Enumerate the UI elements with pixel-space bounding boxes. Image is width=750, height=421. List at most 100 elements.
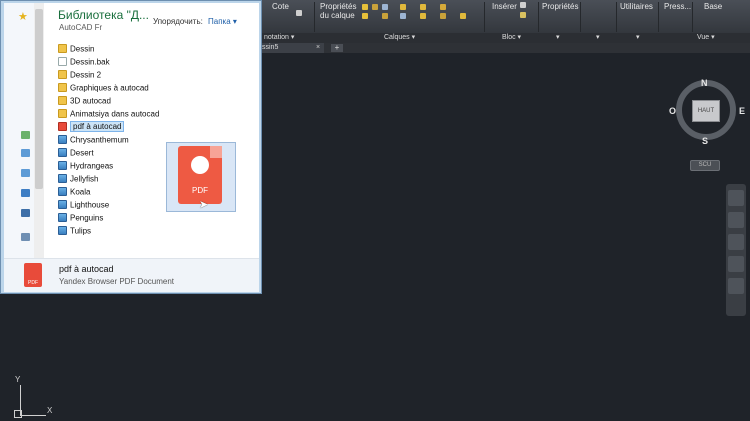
layer-icon[interactable] [362, 13, 368, 19]
folder-icon [58, 96, 67, 106]
list-item-label: Graphiques à autocad [70, 83, 149, 93]
list-item[interactable]: Tulips [58, 224, 258, 237]
favorites-star-icon[interactable]: ★ [18, 10, 28, 23]
cote-button[interactable]: Cote [272, 2, 289, 11]
layer-icon[interactable] [440, 13, 446, 19]
arrange-by-dropdown[interactable]: Папка ▾ [208, 17, 237, 26]
pan-icon[interactable] [728, 212, 744, 228]
tab-label: ssin5 [262, 44, 279, 51]
press-button[interactable]: Press... [664, 2, 691, 11]
list-item[interactable]: 3D autocad [58, 94, 258, 107]
pdf-icon-text: PDF [28, 280, 38, 286]
close-icon[interactable]: × [316, 43, 320, 53]
ribbon-separator [484, 2, 485, 32]
layer-icon[interactable] [362, 4, 368, 10]
list-item[interactable]: Dessin.bak [58, 55, 258, 68]
tab-dessin5[interactable]: ssin5 [258, 43, 324, 53]
panel-vue[interactable]: Vue ▾ [697, 33, 715, 43]
page-fold-icon [210, 146, 222, 158]
layer-icon[interactable] [400, 13, 406, 19]
yandex-logo-icon [191, 156, 209, 174]
list-item-label: Penguins [70, 213, 104, 223]
details-file-type: Yandex Browser PDF Document [59, 277, 175, 286]
mouse-cursor-icon: ➤ [199, 199, 209, 211]
folder-icon [58, 44, 67, 54]
documents-icon[interactable] [21, 149, 30, 157]
layer-icon[interactable] [400, 4, 406, 10]
list-item-label: pdf à autocad [70, 121, 125, 133]
compass-south[interactable]: S [702, 136, 708, 146]
ucs-y-label: Y [15, 375, 21, 384]
list-item-label: Dessin.bak [70, 57, 110, 67]
image-icon [58, 187, 67, 197]
computer-icon[interactable] [21, 233, 30, 241]
compass-north[interactable]: N [701, 78, 708, 88]
list-item[interactable]: Graphiques à autocad [58, 81, 258, 94]
layer-icon[interactable] [460, 13, 466, 19]
list-item-label: Hydrangeas [70, 161, 114, 171]
layer-icon[interactable] [440, 4, 446, 10]
images-icon[interactable] [21, 169, 30, 177]
ucs-menu-button[interactable]: SCU [690, 160, 720, 171]
folder-icon [58, 70, 67, 80]
pdf-file-icon: PDF [24, 263, 42, 287]
block-icon[interactable] [520, 12, 526, 18]
base-button[interactable]: Base [704, 2, 722, 11]
layer-icon[interactable] [382, 13, 388, 19]
list-item[interactable]: Penguins [58, 211, 258, 224]
inserer-button[interactable]: Insérer [492, 2, 517, 11]
panel-annotation[interactable]: notation ▾ [264, 33, 294, 43]
folder-icon [58, 109, 67, 119]
music-icon[interactable] [21, 189, 30, 197]
list-item-label: Desert [70, 148, 94, 158]
block-icon[interactable] [520, 2, 526, 8]
panel-utilitaires-arrow[interactable]: ▾ [636, 33, 640, 43]
image-icon [58, 148, 67, 158]
panel-proprietes-arrow[interactable]: ▾ [556, 33, 560, 43]
list-item-label: Jellyfish [70, 174, 99, 184]
ribbon-separator [580, 2, 581, 32]
drag-preview-label: PDF [192, 186, 208, 195]
list-item-label: 3D autocad [70, 96, 111, 106]
image-icon [58, 213, 67, 223]
list-item[interactable]: Dessin [58, 42, 258, 55]
panel-bloc[interactable]: Bloc ▾ [502, 33, 521, 43]
compass-east[interactable]: E [739, 106, 745, 116]
list-item-label: Koala [70, 187, 91, 197]
layer-icon[interactable] [372, 4, 378, 10]
ribbon-separator [658, 2, 659, 32]
layer-icon[interactable] [382, 4, 388, 10]
proprietes-button[interactable]: Propriétés [542, 2, 578, 11]
zoom-icon[interactable] [728, 234, 744, 250]
utilitaires-button[interactable]: Utilitaires [620, 2, 653, 11]
ribbon-separator [314, 2, 315, 32]
table-icon[interactable] [296, 10, 302, 16]
list-item[interactable]: Animatsiya dans autocad [58, 107, 258, 120]
compass-west[interactable]: O [669, 106, 676, 116]
showmotion-icon[interactable] [728, 278, 744, 294]
file-icon [58, 57, 67, 67]
list-item[interactable]: Dessin 2 [58, 68, 258, 81]
panel-calques[interactable]: Calques ▾ [384, 33, 415, 43]
list-item[interactable]: pdf à autocad [58, 120, 258, 133]
image-icon [58, 174, 67, 184]
panel-groups-arrow[interactable]: ▾ [596, 33, 600, 43]
orbit-icon[interactable] [728, 256, 744, 272]
folder-icon [58, 83, 67, 93]
list-item-label: Lighthouse [70, 200, 110, 210]
proprietes-calque-button[interactable]: Propriétés du calque [320, 2, 356, 20]
ucs-origin-icon [14, 410, 22, 418]
list-item-label: Animatsiya dans autocad [70, 109, 160, 119]
nav-scrollbar-thumb[interactable] [35, 9, 43, 189]
homegroup-icon[interactable] [21, 209, 30, 217]
new-tab-button[interactable]: + [331, 44, 343, 52]
library-icon[interactable] [21, 131, 30, 139]
viewcube-face[interactable]: HAUT [692, 100, 720, 122]
image-icon [58, 200, 67, 210]
pdf-icon [58, 122, 67, 132]
details-pane: PDF pdf à autocad Yandex Browser PDF Doc… [4, 258, 259, 292]
layer-icon[interactable] [420, 4, 426, 10]
steering-wheel-icon[interactable] [728, 190, 744, 206]
ucs-x-axis [20, 415, 46, 416]
layer-icon[interactable] [420, 13, 426, 19]
